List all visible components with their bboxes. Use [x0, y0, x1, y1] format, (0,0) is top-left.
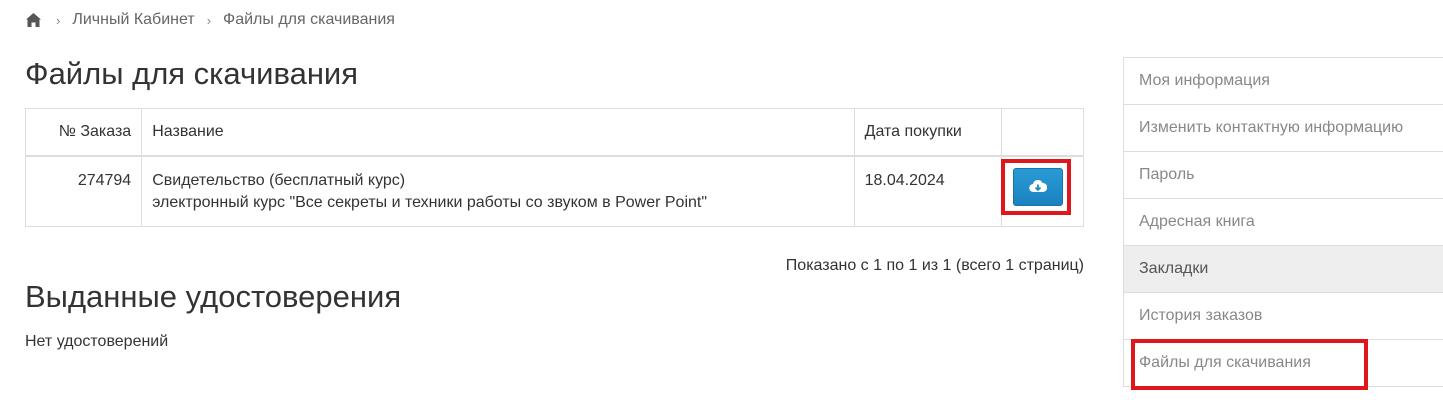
product-description: электронный курс "Все секреты и техники …	[152, 194, 708, 211]
account-side-menu: Моя информация Изменить контактную инфор…	[1123, 57, 1443, 387]
chevron-right-icon: ›	[56, 12, 61, 28]
sidebar-downloads-highlight	[1131, 339, 1368, 390]
breadcrumb: › Личный Кабинет › Файлы для скачивания	[25, 8, 407, 32]
sidebar-item-edit-contact[interactable]: Изменить контактную информацию	[1123, 105, 1443, 152]
downloads-table: № Заказа Название Дата покупки 274794 Св…	[24, 108, 1084, 227]
column-header-date: Дата покупки	[853, 108, 1003, 157]
purchase-date: 18.04.2024	[853, 155, 1003, 227]
column-header-order: № Заказа	[24, 108, 143, 157]
certificates-empty-text: Нет удостоверений	[25, 333, 169, 350]
product-name: Свидетельство (бесплатный курс)	[152, 172, 406, 189]
column-header-action	[1001, 108, 1084, 157]
product-name-cell: Свидетельство (бесплатный курс) электрон…	[141, 155, 855, 227]
breadcrumb-downloads-link[interactable]: Файлы для скачивания	[223, 11, 395, 29]
sidebar-item-password[interactable]: Пароль	[1123, 152, 1443, 199]
sidebar-item-order-history[interactable]: История заказов	[1123, 293, 1443, 340]
page-title: Файлы для скачивания	[25, 56, 359, 91]
column-header-name: Название	[141, 108, 855, 157]
table-row: 274794 Свидетельство (бесплатный курс) э…	[24, 155, 1084, 227]
certificates-title: Выданные удостоверения	[25, 279, 402, 314]
order-number: 274794	[24, 155, 143, 227]
pagination-info: Показано с 1 по 1 из 1 (всего 1 страниц)	[785, 257, 1084, 274]
home-icon[interactable]	[25, 12, 42, 28]
download-button-highlight	[1001, 159, 1071, 215]
breadcrumb-account-link[interactable]: Личный Кабинет	[72, 11, 194, 29]
sidebar-item-my-info[interactable]: Моя информация	[1123, 58, 1443, 105]
table-header-row: № Заказа Название Дата покупки	[24, 108, 1084, 157]
chevron-right-icon: ›	[206, 12, 212, 28]
sidebar-item-bookmarks[interactable]: Закладки	[1123, 246, 1443, 293]
sidebar-item-address-book[interactable]: Адресная книга	[1123, 199, 1443, 246]
